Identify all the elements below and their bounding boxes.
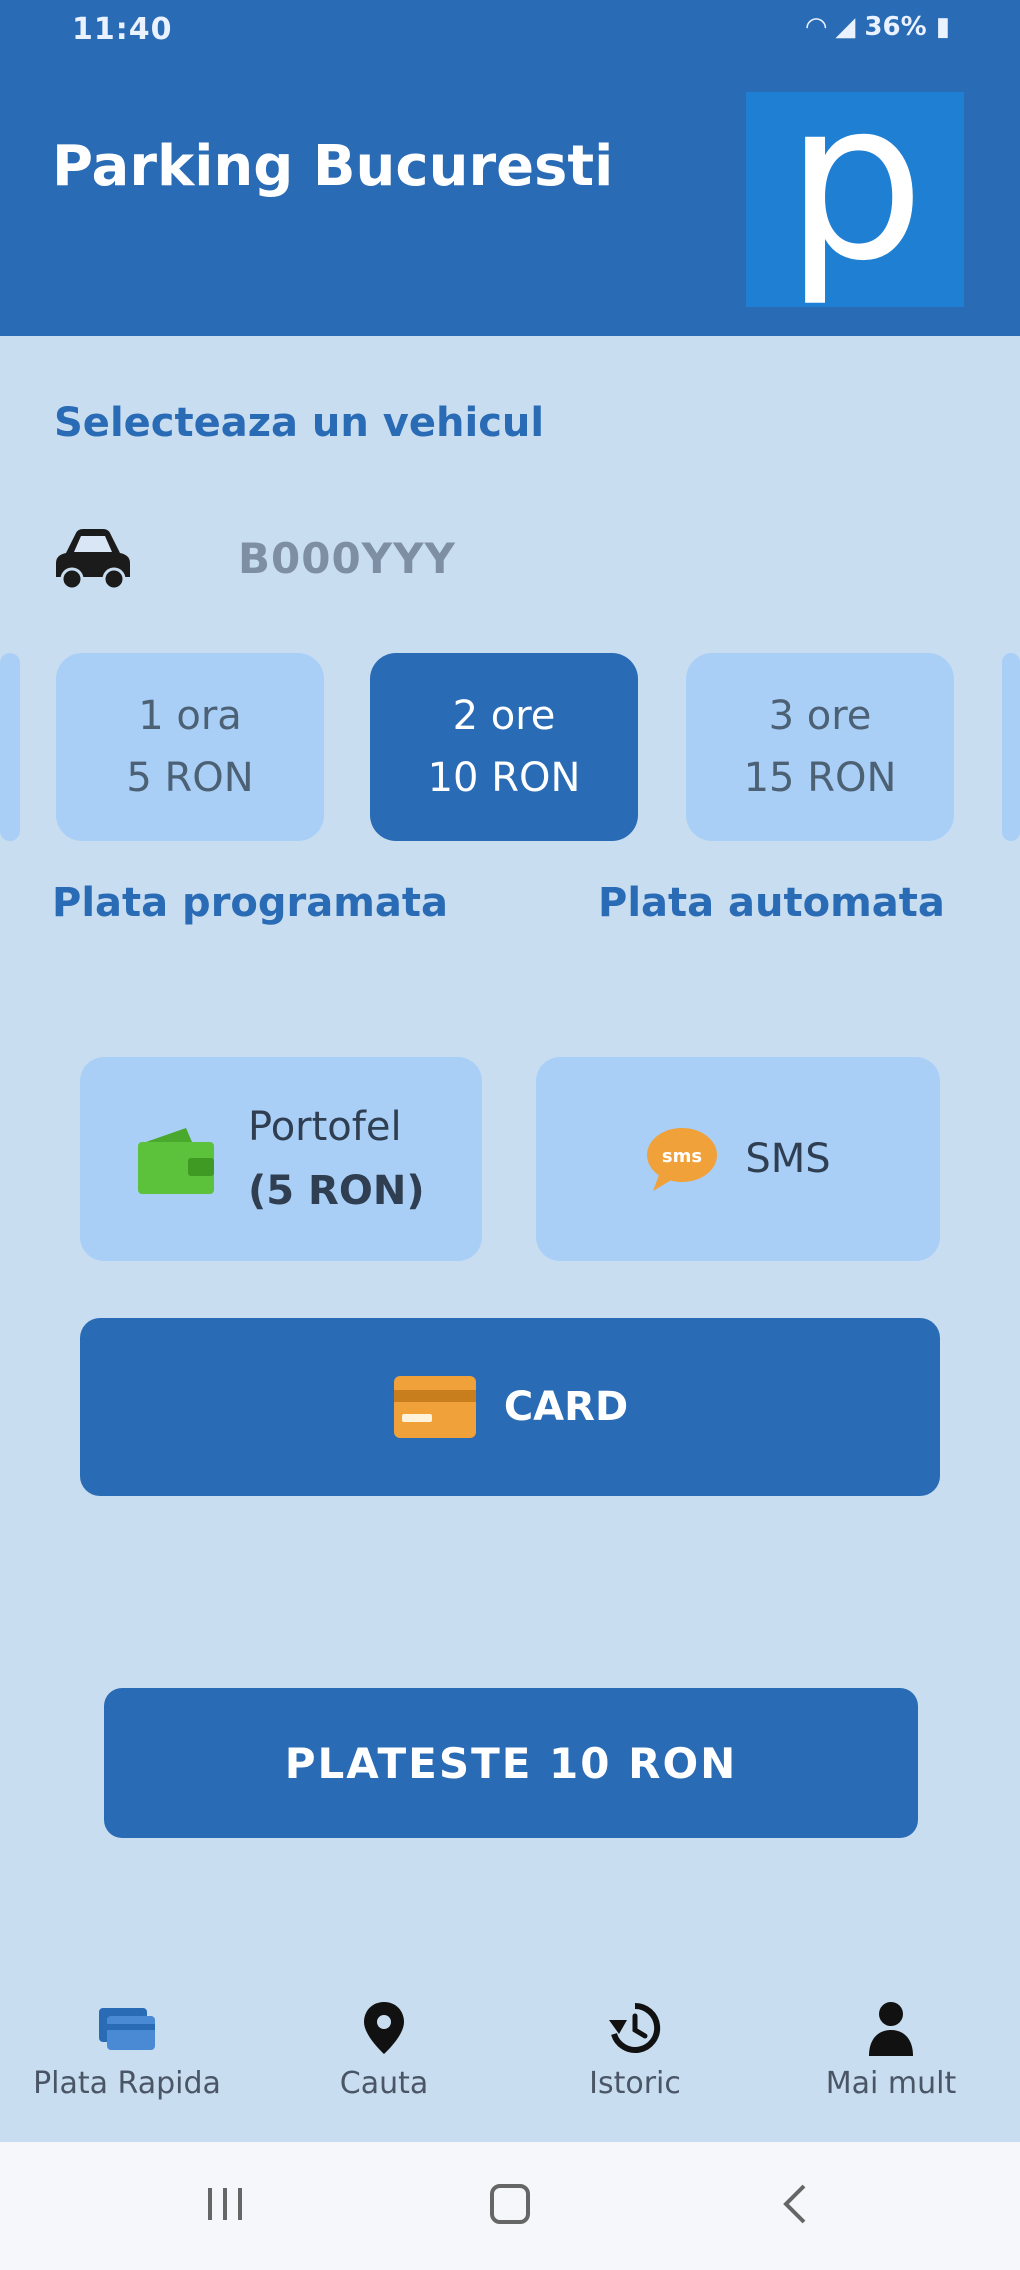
duration-hours: 1 ora	[138, 693, 242, 739]
vehicle-selector[interactable]: B000YYY	[52, 518, 456, 598]
app-title: Parking Bucuresti	[52, 134, 614, 199]
wallet-balance: (5 RON)	[248, 1168, 425, 1214]
duration-option-partial-right[interactable]	[1002, 653, 1020, 841]
nav-istoric[interactable]: Istoric	[510, 1998, 760, 2101]
duration-price: 15 RON	[743, 755, 897, 801]
vehicle-plate: B000YYY	[238, 533, 456, 583]
wallet-payment-tile[interactable]: Portofel (5 RON)	[80, 1057, 482, 1261]
duration-price: 10 RON	[427, 755, 581, 801]
bottom-navigation: Plata Rapida Cauta Istoric Mai mult	[0, 1972, 1020, 2142]
nav-label: Cauta	[339, 2066, 429, 2101]
duration-option-1h[interactable]: 1 ora 5 RON	[56, 653, 324, 841]
parking-logo: p	[746, 71, 964, 307]
status-icons: ◠ ◢ 36% ▮	[806, 12, 950, 42]
plata-programata-link[interactable]: Plata programata	[52, 880, 448, 926]
card-icon	[99, 2008, 155, 2050]
back-icon[interactable]	[776, 2182, 816, 2226]
nav-cauta[interactable]: Cauta	[259, 1998, 509, 2101]
wallet-label: Portofel	[248, 1104, 402, 1150]
svg-text:sms: sms	[662, 1146, 702, 1167]
duration-hours: 2 ore	[452, 693, 556, 739]
duration-option-partial-left[interactable]	[0, 653, 20, 841]
nav-plata-rapida[interactable]: Plata Rapida	[2, 1998, 252, 2101]
card-payment-button[interactable]: CARD	[80, 1318, 940, 1496]
duration-price: 5 RON	[126, 755, 254, 801]
wifi-icon: ◠	[806, 12, 827, 42]
history-icon	[609, 2002, 661, 2053]
signal-icon: ◢	[835, 12, 856, 42]
duration-option-3h[interactable]: 3 ore 15 RON	[686, 653, 954, 841]
select-vehicle-title: Selecteaza un vehicul	[54, 400, 545, 446]
duration-hours: 3 ore	[768, 693, 872, 739]
battery-percentage: 36%	[864, 12, 927, 42]
nav-label: Mai mult	[825, 2066, 957, 2101]
person-icon	[869, 2002, 913, 2056]
recent-apps-icon[interactable]	[202, 2184, 248, 2224]
location-pin-icon	[364, 2002, 404, 2054]
pay-button-label: PLATESTE 10 RON	[284, 1738, 738, 1788]
car-icon	[56, 529, 130, 591]
wallet-icon	[138, 1128, 214, 1194]
system-navigation-bar	[0, 2142, 1020, 2270]
status-time: 11:40	[72, 12, 173, 47]
credit-card-icon	[393, 1376, 476, 1438]
nav-label: Plata Rapida	[33, 2066, 221, 2101]
plata-automata-link[interactable]: Plata automata	[598, 880, 945, 926]
home-icon[interactable]	[488, 2182, 532, 2226]
logo-letter: p	[785, 52, 925, 309]
nav-label: Istoric	[589, 2066, 681, 2101]
duration-option-2h[interactable]: 2 ore 10 RON	[370, 653, 638, 841]
battery-icon: ▮	[935, 12, 950, 42]
pay-button[interactable]: PLATESTE 10 RON	[104, 1688, 918, 1838]
nav-mai-mult[interactable]: Mai mult	[766, 1998, 1016, 2101]
sms-icon: sms	[647, 1128, 718, 1191]
sms-payment-tile[interactable]: sms SMS	[536, 1057, 940, 1261]
sms-label: SMS	[745, 1136, 831, 1182]
card-label: CARD	[503, 1384, 629, 1430]
